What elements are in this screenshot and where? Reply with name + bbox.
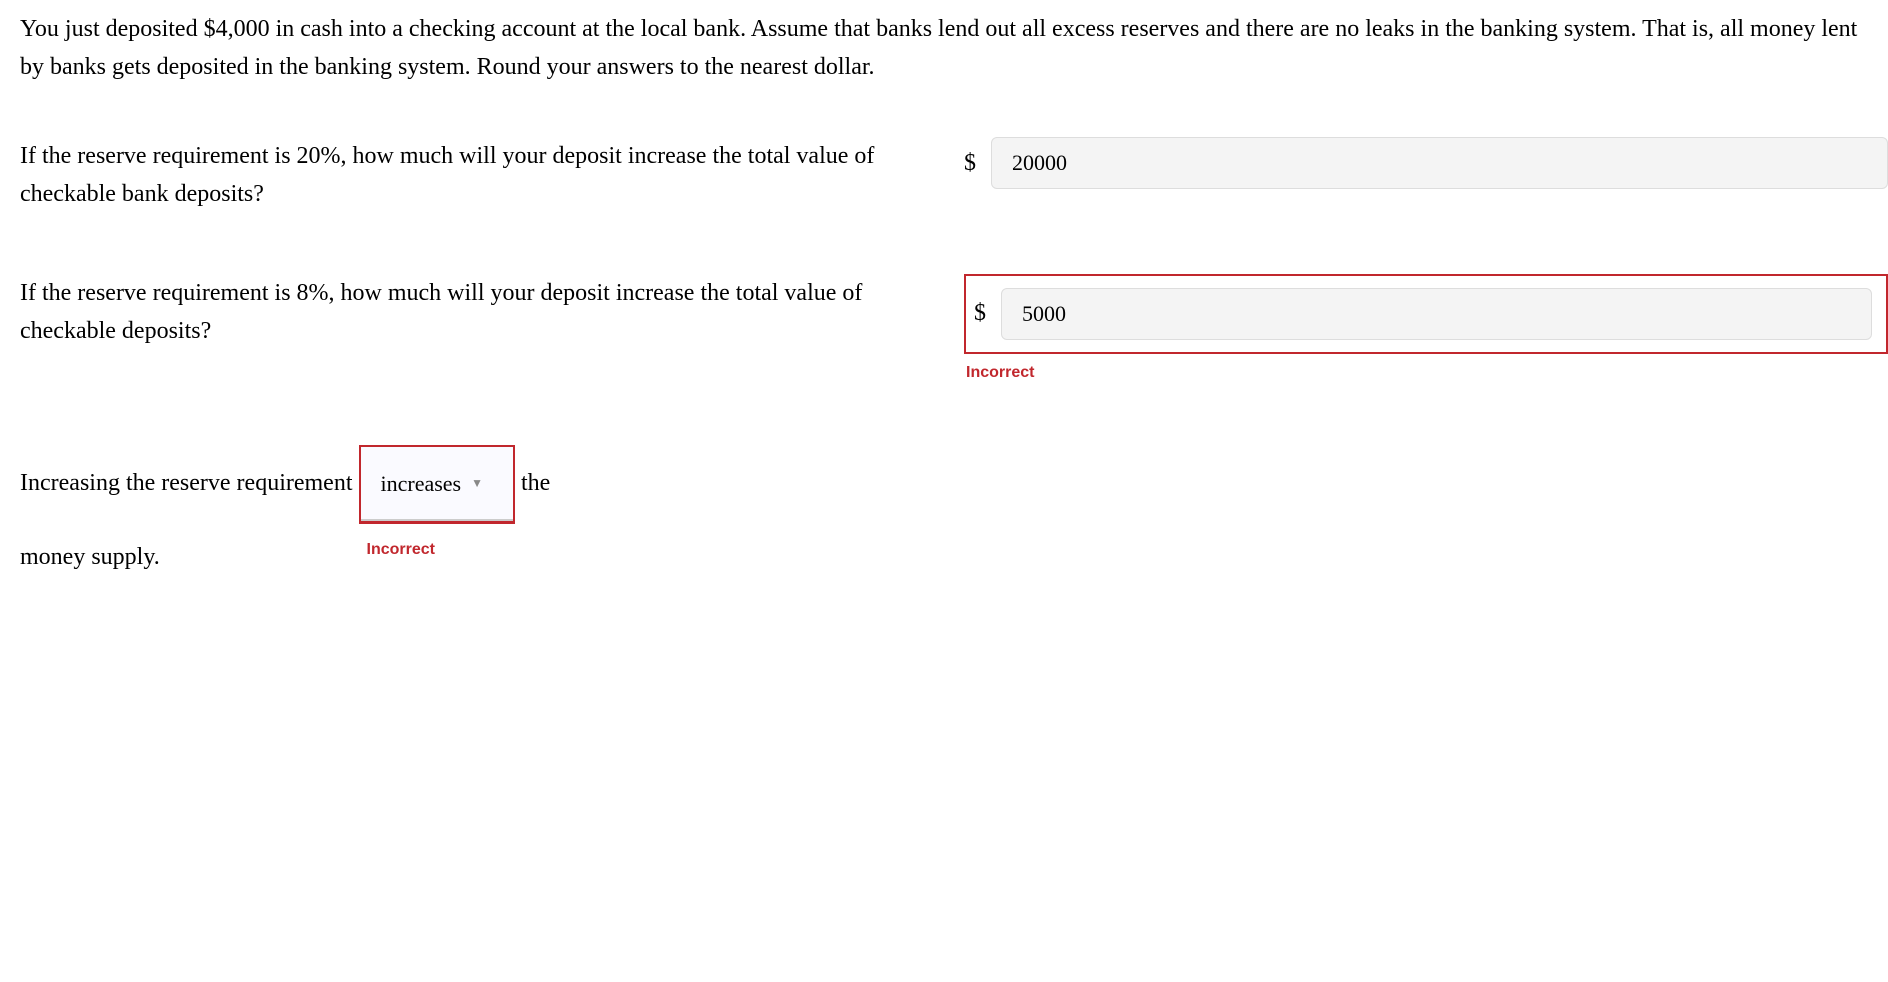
question-2: If the reserve requirement is 8%, how mu… xyxy=(20,274,1868,386)
question-1-text: If the reserve requirement is 20%, how m… xyxy=(20,137,964,214)
answer-input-2[interactable] xyxy=(1001,288,1872,340)
intro-text: You just deposited $4,000 in cash into a… xyxy=(20,10,1868,87)
currency-symbol: $ xyxy=(964,144,976,182)
question-2-text: If the reserve requirement is 8%, how mu… xyxy=(20,274,964,351)
answer-input-1[interactable] xyxy=(991,137,1888,189)
feedback-label: Incorrect xyxy=(966,360,1888,386)
chevron-down-icon: ▼ xyxy=(471,467,483,501)
incorrect-answer-frame: $ xyxy=(964,274,1888,354)
reserve-effect-dropdown[interactable]: increases ▼ xyxy=(359,445,516,524)
dropdown-selected-value: increases xyxy=(381,453,462,515)
sentence-post: money supply. xyxy=(20,544,160,570)
feedback-label: Incorrect xyxy=(367,528,435,573)
sentence-mid: the xyxy=(521,470,550,496)
currency-symbol: $ xyxy=(974,294,986,332)
question-3: Increasing the reserve requirement incre… xyxy=(20,445,1868,591)
question-1: If the reserve requirement is 20%, how m… xyxy=(20,137,1868,214)
sentence-pre: Increasing the reserve requirement xyxy=(20,470,353,496)
